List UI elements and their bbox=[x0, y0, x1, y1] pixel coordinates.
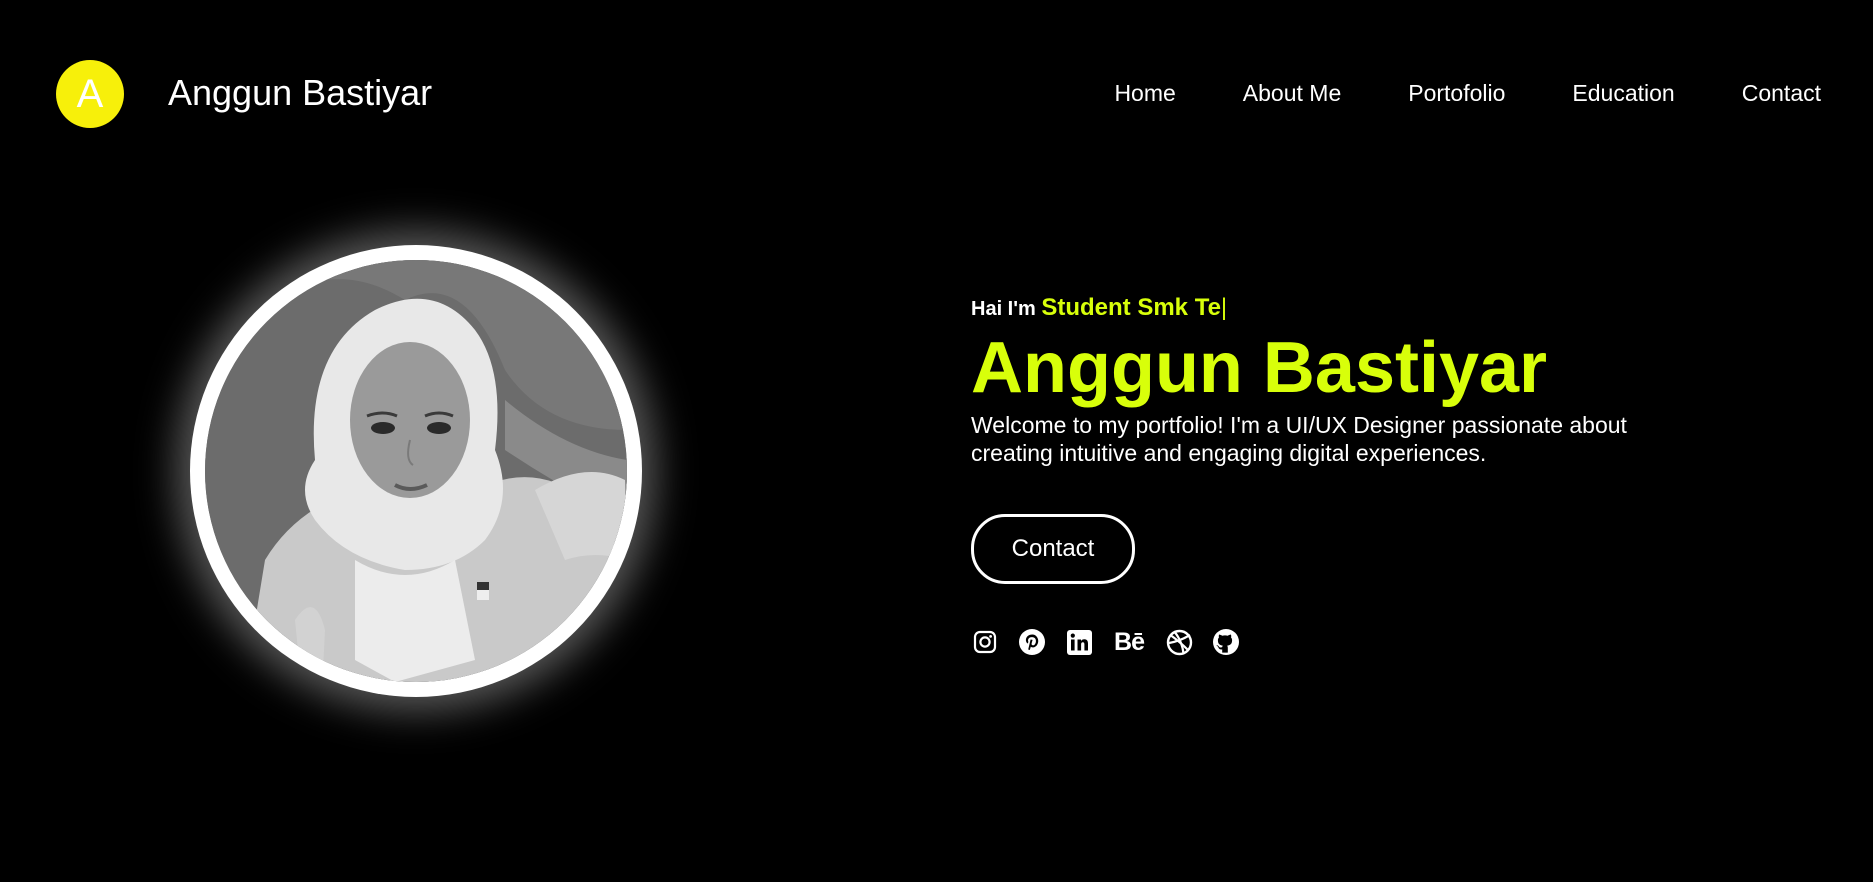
brand-name[interactable]: Anggun Bastiyar bbox=[168, 72, 432, 114]
nav-about-me[interactable]: About Me bbox=[1243, 80, 1341, 107]
profile-illustration bbox=[205, 260, 627, 682]
hero-name: Anggun Bastiyar bbox=[971, 328, 1548, 408]
behance-icon[interactable]: Bē bbox=[1112, 628, 1146, 656]
nav-home[interactable]: Home bbox=[1114, 80, 1175, 107]
github-icon[interactable] bbox=[1212, 628, 1240, 656]
profile-photo bbox=[205, 260, 627, 682]
greeting-line: Hai I'm Student Smk Te| bbox=[971, 290, 1731, 327]
contact-button[interactable]: Contact bbox=[971, 514, 1135, 584]
logo-badge[interactable]: A bbox=[56, 60, 124, 128]
hero-description: Welcome to my portfolio! I'm a UI/UX Des… bbox=[971, 412, 1627, 466]
nav-education[interactable]: Education bbox=[1572, 80, 1674, 107]
social-links: Bē bbox=[971, 628, 1731, 656]
profile-photo-frame bbox=[190, 245, 642, 697]
main-nav: Home About Me Portofolio Education Conta… bbox=[1114, 80, 1821, 107]
site-header: A Anggun Bastiyar Home About Me Portofol… bbox=[0, 0, 1873, 190]
hero-section: Hai I'm Student Smk Te| Anggun Bastiyar … bbox=[971, 290, 1731, 656]
greeting-lead: Hai I'm bbox=[971, 298, 1036, 320]
portfolio-page: A Anggun Bastiyar Home About Me Portofol… bbox=[0, 0, 1873, 882]
linkedin-icon[interactable] bbox=[1065, 628, 1093, 656]
instagram-icon[interactable] bbox=[971, 628, 999, 656]
typing-caret: | bbox=[1220, 294, 1228, 321]
typed-role: Student Smk Te bbox=[1041, 294, 1221, 321]
dribbble-icon[interactable] bbox=[1165, 628, 1193, 656]
nav-portofolio[interactable]: Portofolio bbox=[1408, 80, 1505, 107]
nav-contact[interactable]: Contact bbox=[1742, 80, 1821, 107]
pinterest-icon[interactable] bbox=[1018, 628, 1046, 656]
logo-letter: A bbox=[76, 71, 104, 116]
